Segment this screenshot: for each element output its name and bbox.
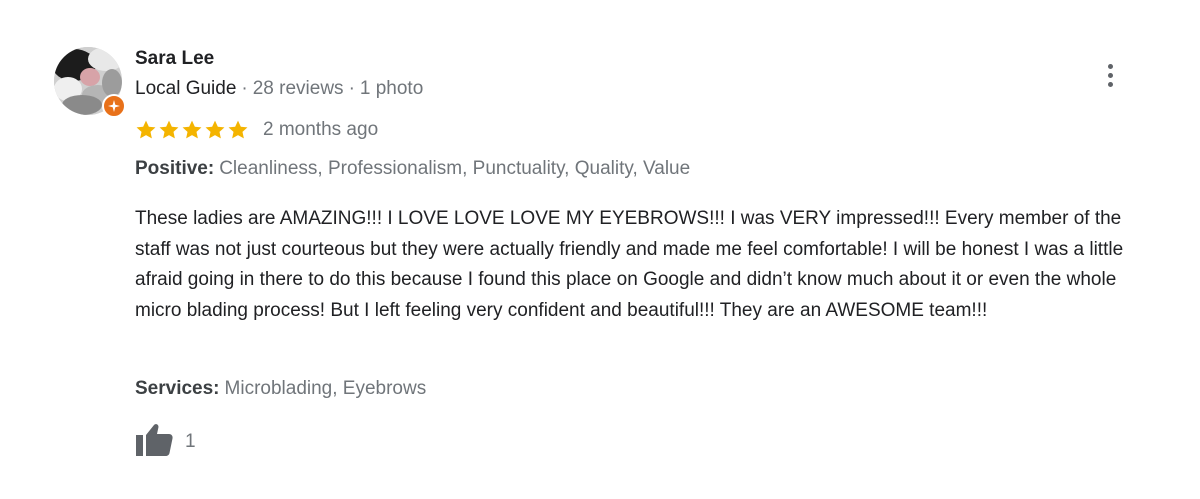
positive-attributes: Positive: Cleanliness, Professionalism, P… — [135, 158, 690, 180]
thumbs-up-icon — [136, 424, 173, 456]
review-text: These ladies are AMAZING!!! I LOVE LOVE … — [135, 208, 1124, 321]
photo-count: 1 photo — [359, 78, 424, 99]
review-count: 28 reviews — [252, 78, 344, 99]
review-card: Sara Lee Local Guide · 28 reviews · 1 photo … — [0, 0, 1200, 499]
positive-label: Positive: — [135, 158, 215, 179]
star-icon — [205, 120, 225, 139]
review-time: 2 months ago — [263, 119, 379, 140]
star-icon — [182, 120, 202, 139]
services-label: Services: — [135, 378, 220, 399]
services-attributes: Services: Microblading, Eyebrows — [135, 378, 426, 400]
star-icon — [159, 120, 179, 139]
author-name[interactable]: Sara Lee — [135, 48, 214, 70]
star-rating — [135, 119, 249, 141]
more-vert-icon — [1107, 63, 1113, 69]
star-icon — [136, 120, 156, 139]
positive-values: Cleanliness, Professionalism, Punctualit… — [219, 158, 691, 179]
meta-separator: · — [348, 78, 355, 99]
like-count: 1 — [185, 431, 196, 452]
meta-separator: · — [241, 78, 248, 99]
avatar-container[interactable] — [54, 47, 126, 118]
local-guide-badge-icon — [102, 94, 126, 118]
services-values: Microblading, Eyebrows — [224, 378, 427, 399]
author-type: Local Guide — [135, 78, 237, 99]
author-meta: Local Guide · 28 reviews · 1 photo — [135, 78, 423, 100]
like-button[interactable]: 1 — [135, 422, 196, 458]
rating-row: 2 months ago — [135, 117, 378, 143]
star-icon — [228, 120, 248, 139]
more-options-button[interactable] — [1099, 60, 1121, 90]
